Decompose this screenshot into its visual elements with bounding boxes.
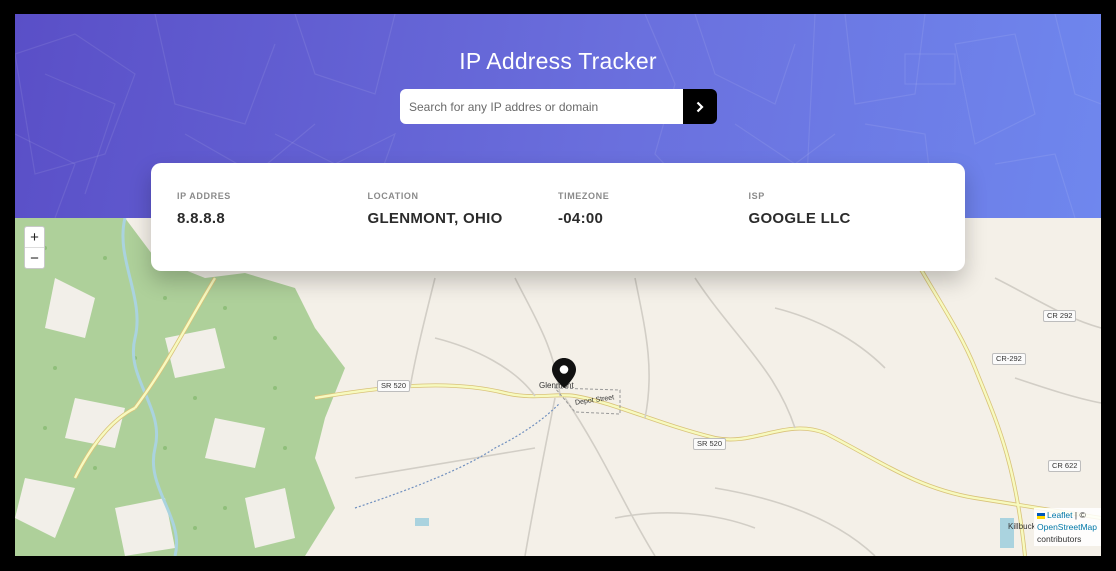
page-title: IP Address Tracker [459, 48, 657, 74]
info-isp-value: GOOGLE LLC [748, 210, 851, 227]
zoom-out-button[interactable]: − [25, 248, 44, 269]
info-ip: IP ADDRES 8.8.8.8 [177, 191, 368, 271]
ip-info-card: IP ADDRES 8.8.8.8 LOCATION GLENMONT, OHI… [151, 163, 965, 271]
info-location-label: LOCATION [367, 191, 419, 201]
info-isp-label: ISP [748, 191, 765, 201]
zoom-control: + − [24, 226, 45, 269]
attribution-separator: | © [1072, 510, 1086, 520]
city-label: Killbuck [1008, 522, 1036, 531]
search-bar [400, 89, 717, 124]
map-attribution: Leaflet | © OpenStreetMap contributors [1034, 508, 1101, 546]
info-timezone-label: TIMEZONE [558, 191, 610, 201]
osm-link[interactable]: OpenStreetMap [1037, 522, 1097, 532]
road-shield: CR-292 [992, 353, 1026, 365]
info-timezone-value: -04:00 [558, 210, 604, 227]
attribution-tail: contributors [1037, 534, 1082, 544]
road-shield: CR 292 [1043, 310, 1077, 322]
info-location: LOCATION GLENMONT, OHIO [368, 191, 559, 271]
leaflet-link[interactable]: Leaflet [1047, 510, 1073, 520]
info-isp: ISP GOOGLE LLC [749, 191, 940, 271]
search-input[interactable] [400, 89, 683, 124]
road-shield: SR 520 [693, 438, 727, 450]
road-shield: CR 622 [1048, 460, 1082, 472]
info-ip-label: IP ADDRES [177, 191, 231, 201]
info-timezone: TIMEZONE -04:00 [558, 191, 749, 271]
ukraine-flag-icon [1037, 512, 1045, 519]
chevron-right-icon [696, 101, 704, 112]
location-pin-icon[interactable] [552, 358, 576, 388]
info-location-value: GLENMONT, OHIO [367, 210, 503, 227]
road-shield: SR 520 [377, 380, 411, 392]
zoom-in-button[interactable]: + [25, 227, 44, 248]
app-window: IP Address Tracker Search for any IP add… [15, 14, 1101, 556]
search-submit-button[interactable] [683, 89, 717, 124]
info-ip-value: 8.8.8.8 [177, 210, 225, 227]
